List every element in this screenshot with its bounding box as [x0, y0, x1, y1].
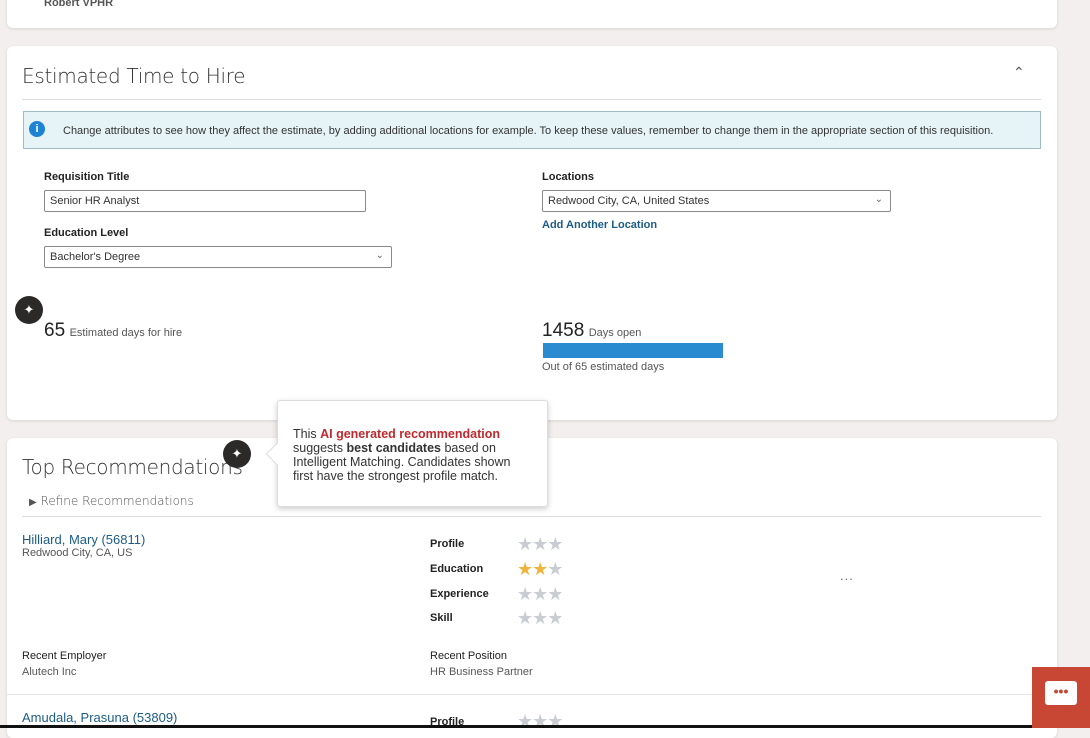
chevron-down-icon: ⌄ [375, 250, 384, 261]
star-icon: ★ [532, 584, 548, 604]
requisition-title-label: Requisition Title [44, 171, 130, 183]
add-location-link[interactable]: Add Another Location [542, 219, 657, 231]
star-icon: ★ [547, 711, 563, 731]
time-to-hire-card: Estimated Time to Hire ⌃ i Change attrib… [7, 46, 1057, 420]
star-rating: ★★★ [517, 608, 563, 628]
recent-employer: Alutech Inc [22, 666, 77, 678]
refine-toggle[interactable]: ▶ Refine Recommendations [29, 494, 194, 508]
star-icon: ★ [532, 608, 548, 628]
ai-magic-wand-icon[interactable]: ✦ [15, 296, 43, 324]
location-select[interactable]: Redwood City, CA, United States ⌄ [542, 190, 891, 212]
section-title: Top Recommendations [22, 455, 243, 479]
star-rating: ★★★ [517, 584, 563, 604]
recent-employer-label: Recent Employer [22, 650, 107, 662]
star-icon: ★ [532, 559, 548, 579]
star-icon: ★ [532, 534, 548, 554]
star-icon: ★ [517, 559, 533, 579]
tooltip-highlight: AI generated recommendation [320, 427, 500, 441]
tooltip-text: This [293, 427, 321, 441]
days-open-value: 1458 [542, 320, 585, 341]
star-rating: ★★★ [517, 534, 563, 554]
ai-magic-wand-icon[interactable]: ✦ [223, 440, 251, 468]
info-icon: i [29, 121, 45, 137]
info-text: Change attributes to see how they affect… [63, 125, 994, 137]
collapse-chevron-icon[interactable]: ⌃ [1013, 64, 1025, 81]
divider [22, 516, 1041, 517]
locations-label: Locations [542, 171, 594, 183]
divider [7, 694, 1057, 695]
location-value: Redwood City, CA, United States [548, 195, 710, 207]
recent-position: HR Business Partner [430, 666, 533, 678]
estimated-days-label: Estimated days for hire [69, 327, 183, 339]
previous-card: Robert VPHR [7, 0, 1057, 28]
candidate-name-link[interactable]: Amudala, Prasuna (53809) [22, 710, 177, 725]
education-select[interactable]: Bachelor's Degree ⌄ [44, 246, 392, 268]
refine-label: Refine Recommendations [40, 494, 194, 508]
days-open-progress-bar [543, 343, 723, 358]
star-icon: ★ [532, 711, 548, 731]
chevron-down-icon: ⌄ [874, 194, 883, 205]
requisition-title-input[interactable]: Senior HR Analyst [44, 190, 366, 212]
recent-position-label: Recent Position [430, 650, 508, 662]
star-icon: ★ [517, 608, 533, 628]
chat-icon: ••• [1045, 681, 1077, 705]
rating-label: Education [430, 563, 484, 575]
estimated-days: 65 Estimated days for hire [44, 320, 182, 342]
star-icon: ★ [547, 559, 563, 579]
star-icon: ★ [517, 584, 533, 604]
divider [22, 99, 1041, 100]
more-actions-button[interactable]: ... [840, 568, 854, 583]
star-icon: ★ [517, 711, 533, 731]
chat-button[interactable]: ••• [1032, 667, 1090, 728]
star-icon: ★ [547, 608, 563, 628]
star-icon: ★ [517, 534, 533, 554]
star-rating: ★★★ [517, 559, 563, 579]
triangle-right-icon: ▶ [29, 497, 37, 508]
ai-tooltip: This AI generated recommendation suggest… [265, 400, 548, 507]
out-of-text: Out of 65 estimated days [542, 361, 665, 373]
tooltip-text: suggests [293, 441, 347, 455]
section-title: Estimated Time to Hire [22, 64, 246, 88]
days-open: 1458 Days open [542, 320, 641, 342]
rating-label: Skill [430, 612, 453, 624]
info-banner: i Change attributes to see how they affe… [23, 111, 1041, 149]
education-label: Education Level [44, 227, 129, 239]
estimated-days-value: 65 [44, 320, 66, 341]
candidate-location: Redwood City, CA, US [22, 547, 133, 559]
approver-name: Robert VPHR [44, 0, 114, 9]
star-icon: ★ [547, 534, 563, 554]
rating-label: Profile [430, 538, 465, 550]
progress-fill [543, 343, 723, 358]
tooltip-bold: best candidates [346, 441, 441, 455]
days-open-label: Days open [588, 327, 642, 339]
education-value: Bachelor's Degree [50, 251, 141, 263]
candidate-name-link[interactable]: Hilliard, Mary (56811) [22, 532, 145, 547]
rating-label: Experience [430, 588, 489, 600]
star-icon: ★ [547, 584, 563, 604]
